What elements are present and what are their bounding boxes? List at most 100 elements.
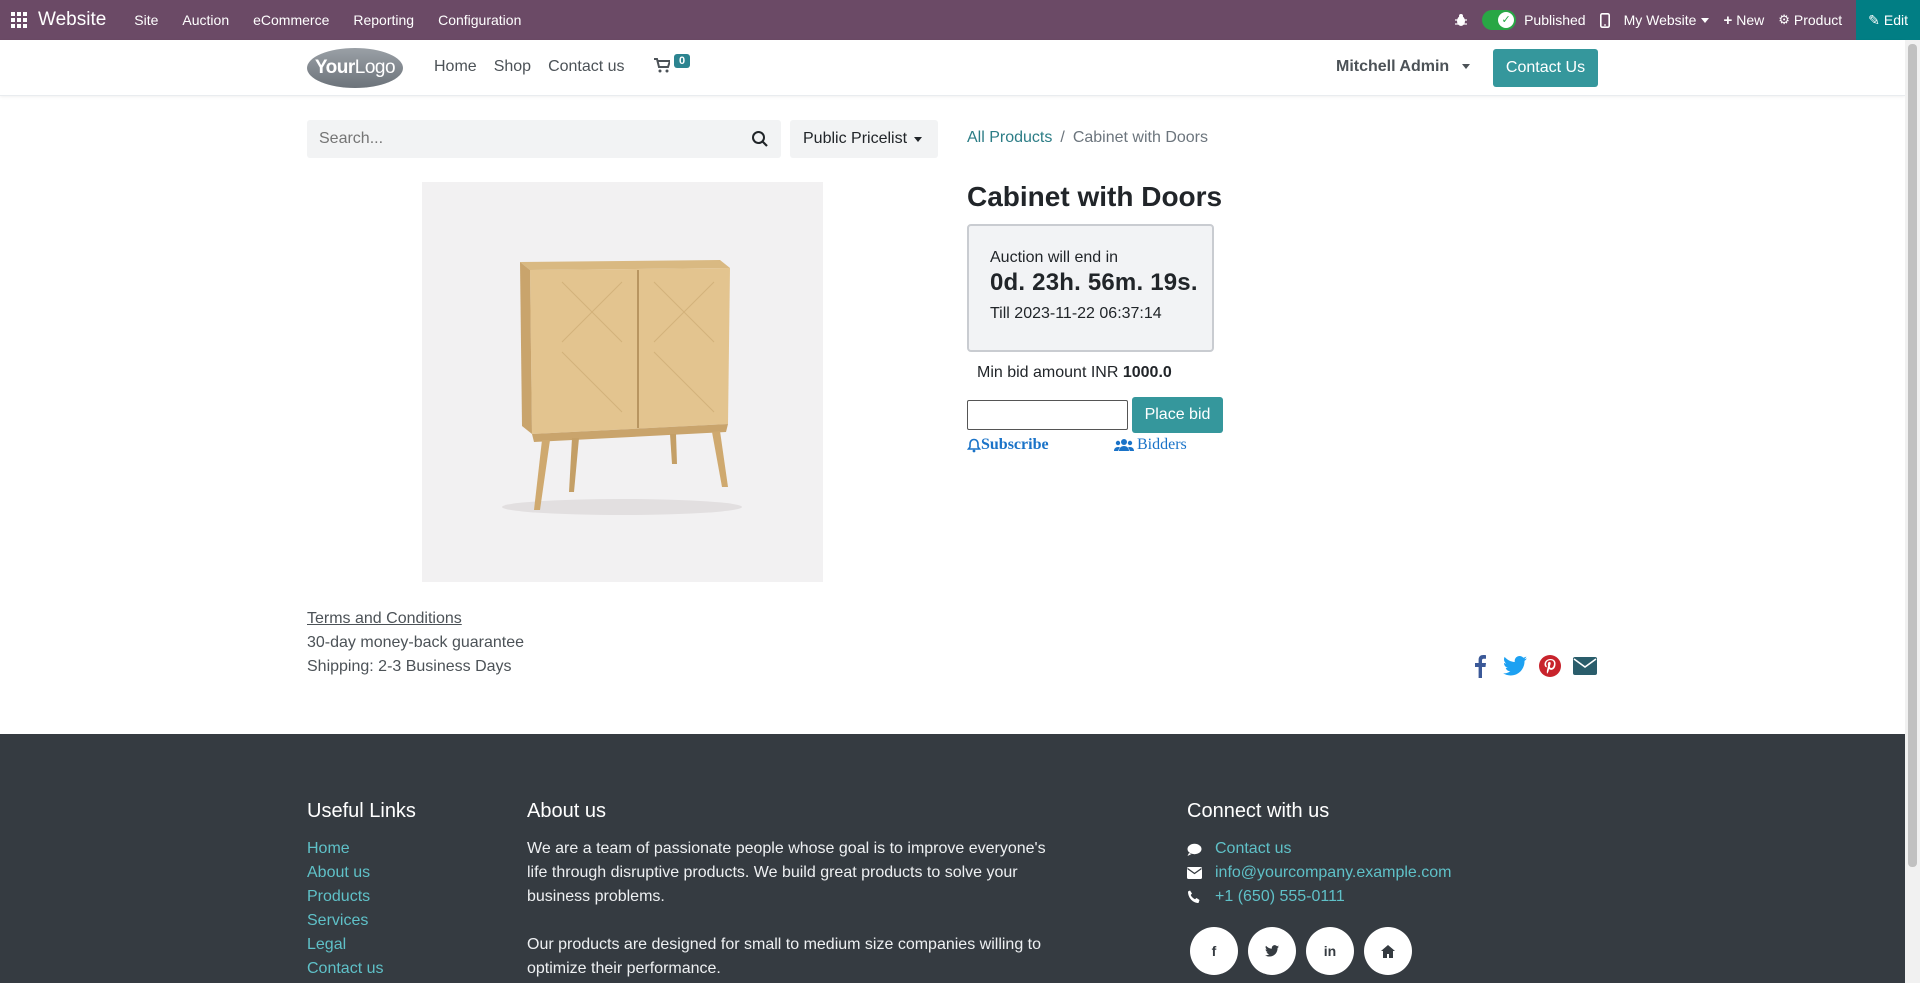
chevron-down-icon: [1701, 17, 1710, 23]
admin-menu-site[interactable]: Site: [134, 12, 158, 28]
phone-icon: [1187, 890, 1215, 904]
users-icon: [1114, 439, 1134, 451]
site-header: Your Logo Home Shop Contact us 0 Mitchell…: [0, 40, 1905, 96]
plus-icon: +: [1723, 11, 1733, 29]
published-toggle-switch[interactable]: [1482, 10, 1517, 30]
bid-amount-input[interactable]: [967, 400, 1128, 430]
admin-menu-reporting[interactable]: Reporting: [353, 12, 414, 28]
site-logo[interactable]: Your Logo: [307, 48, 403, 88]
auction-countdown: 0d. 23h. 56m. 19s.: [990, 269, 1198, 296]
footer-link-services[interactable]: Services: [307, 909, 383, 933]
nav-shop[interactable]: Shop: [494, 58, 531, 76]
gear-icon: ⚙: [1778, 12, 1790, 27]
new-button[interactable]: + New: [1723, 12, 1764, 29]
envelope-icon: [1187, 867, 1215, 879]
about-us-text: We are a team of passionate people whose…: [527, 837, 1067, 983]
footer-facebook-icon[interactable]: f: [1190, 927, 1238, 975]
logo-text-bold: Your: [314, 57, 355, 78]
published-label: Published: [1524, 12, 1586, 28]
twitter-icon[interactable]: [1503, 653, 1527, 679]
user-menu[interactable]: Mitchell Admin: [1336, 58, 1470, 76]
pricelist-dropdown[interactable]: Public Pricelist: [790, 120, 938, 158]
admin-brand[interactable]: Website: [38, 9, 106, 31]
admin-navbar: Website Site Auction eCommerce Reporting…: [0, 0, 1920, 40]
subscribe-label: Subscribe: [981, 436, 1049, 453]
cabinet-illustration: [502, 260, 742, 515]
admin-menu-auction[interactable]: Auction: [182, 12, 229, 28]
product-settings-button[interactable]: ⚙ Product: [1778, 12, 1842, 28]
envelope-icon[interactable]: [1573, 653, 1597, 679]
cart-icon: [654, 58, 672, 73]
debug-bug-icon[interactable]: [1454, 13, 1468, 27]
site-footer: Useful Links Home About us Products Serv…: [0, 734, 1905, 983]
about-us-paragraph-1: We are a team of passionate people whose…: [527, 840, 1046, 905]
connect-email-link[interactable]: info@yourcompany.example.com: [1215, 861, 1452, 885]
edit-label: Edit: [1883, 12, 1908, 28]
pricelist-label: Public Pricelist: [803, 130, 908, 147]
min-bid-value: 1000.0: [1122, 364, 1172, 381]
admin-menu-configuration[interactable]: Configuration: [438, 12, 521, 28]
main-nav: Home Shop Contact us: [434, 58, 642, 76]
product-label: Product: [1793, 12, 1843, 28]
bidders-label: Bidders: [1137, 436, 1187, 453]
cart-link[interactable]: 0: [654, 54, 691, 78]
terms-and-conditions-link[interactable]: Terms and Conditions: [307, 607, 524, 631]
product-terms: Terms and Conditions 30-day money-back g…: [307, 607, 524, 679]
about-us-paragraph-2: Our products are designed for small to m…: [527, 936, 1042, 977]
scrollbar-thumb[interactable]: [1908, 44, 1917, 867]
website-switcher[interactable]: My Website: [1624, 12, 1710, 28]
product-image[interactable]: [422, 182, 823, 582]
user-name: Mitchell Admin: [1336, 58, 1450, 75]
share-buttons: [1468, 653, 1608, 679]
footer-linkedin-icon[interactable]: in: [1306, 927, 1354, 975]
cart-count-badge: 0: [674, 54, 691, 68]
edit-button[interactable]: ✎ Edit: [1856, 0, 1920, 40]
contact-us-button[interactable]: Contact Us: [1493, 49, 1598, 87]
subscribe-link[interactable]: Subscribe: [967, 436, 1049, 454]
mobile-preview-icon[interactable]: [1599, 12, 1610, 28]
useful-links-list: Home About us Products Services Legal Co…: [307, 837, 383, 981]
comment-icon: [1187, 843, 1215, 856]
auction-ends-label: Auction will end in: [990, 249, 1119, 266]
connect-contact-link[interactable]: Contact us: [1215, 837, 1291, 861]
auction-end-date: Till 2023-11-22 06:37:14: [990, 305, 1162, 322]
place-bid-button[interactable]: Place bid: [1132, 397, 1223, 433]
footer-twitter-icon[interactable]: [1248, 927, 1296, 975]
published-toggle[interactable]: Published: [1482, 10, 1586, 30]
breadcrumb: All Products / Cabinet with Doors: [967, 129, 1208, 147]
pinterest-icon[interactable]: [1538, 653, 1562, 679]
shipping-info: Shipping: 2-3 Business Days: [307, 658, 512, 675]
search-icon[interactable]: [751, 130, 769, 148]
footer-home-icon[interactable]: [1364, 927, 1412, 975]
new-label: New: [1736, 12, 1765, 28]
chevron-down-icon: [914, 136, 923, 142]
logo-text-light: Logo: [354, 57, 396, 78]
bell-icon: [967, 438, 981, 452]
footer-link-contact-us[interactable]: Contact us: [307, 957, 383, 981]
facebook-icon[interactable]: [1468, 653, 1492, 679]
page-scrollbar[interactable]: [1905, 40, 1920, 983]
footer-link-about-us[interactable]: About us: [307, 861, 383, 885]
website-switcher-label: My Website: [1623, 12, 1697, 28]
auction-countdown-box: Auction will end in 0d. 23h. 56m. 19s. T…: [967, 224, 1214, 352]
admin-menu-ecommerce[interactable]: eCommerce: [253, 12, 329, 28]
connect-heading: Connect with us: [1187, 800, 1330, 822]
footer-link-products[interactable]: Products: [307, 885, 383, 909]
bidders-link[interactable]: Bidders: [1114, 436, 1187, 454]
nav-home[interactable]: Home: [434, 58, 477, 76]
footer-link-legal[interactable]: Legal: [307, 933, 383, 957]
connect-phone-link[interactable]: +1 (650) 555-0111: [1215, 885, 1345, 909]
search-input[interactable]: [307, 120, 727, 158]
about-us-heading: About us: [527, 800, 606, 822]
nav-contact-us[interactable]: Contact us: [548, 58, 624, 76]
footer-link-home[interactable]: Home: [307, 837, 383, 861]
breadcrumb-current: Cabinet with Doors: [1072, 129, 1208, 146]
min-bid-amount: Min bid amount INR 1000.0: [977, 364, 1172, 382]
apps-menu-icon[interactable]: [0, 0, 38, 40]
product-search: [307, 120, 781, 158]
footer-social-links: f in: [1190, 927, 1422, 975]
chevron-down-icon: [1461, 64, 1470, 70]
product-title: Cabinet with Doors: [967, 181, 1223, 212]
connect-list: Contact us info@yourcompany.example.com …: [1187, 837, 1452, 909]
breadcrumb-all-products[interactable]: All Products: [967, 129, 1052, 146]
